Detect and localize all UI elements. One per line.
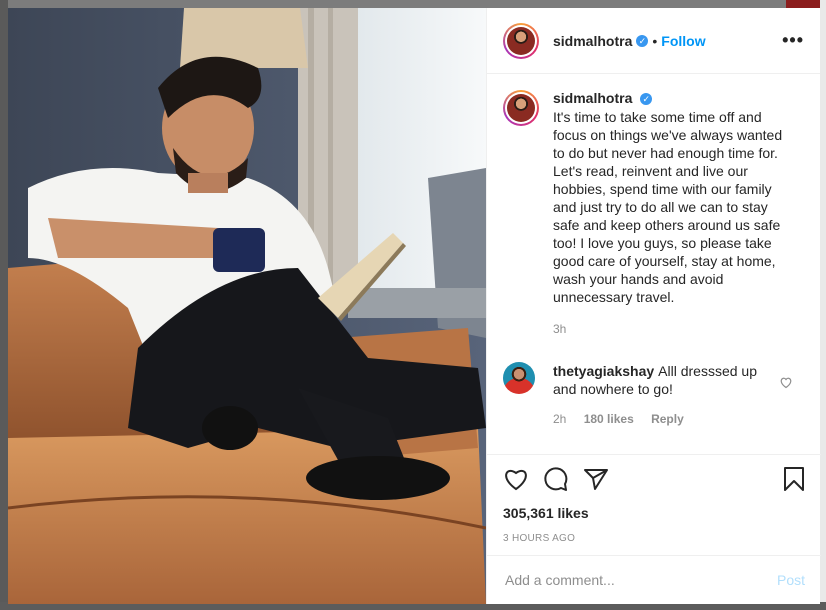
comment-row: thetyagiakshay Alll dresssed up and nowhe… — [503, 362, 804, 428]
post-details-panel: sidmalhotra ✓ • Follow ••• sidmalhotra ✓ — [486, 8, 821, 604]
post-comment-button[interactable]: Post — [777, 572, 805, 588]
author-username[interactable]: sidmalhotra — [553, 33, 632, 49]
comment-likes[interactable]: 180 likes — [584, 412, 634, 426]
caption-body: sidmalhotra ✓ It's time to take some tim… — [553, 90, 793, 336]
backdrop-left — [0, 0, 8, 610]
post-modal: sidmalhotra ✓ • Follow ••• sidmalhotra ✓ — [8, 8, 821, 604]
comment-time-ago[interactable]: 2h — [553, 412, 566, 426]
header-separator: • — [652, 32, 658, 49]
comment-body: thetyagiakshay Alll dresssed up and nowhe… — [553, 362, 763, 428]
comments-section: sidmalhotra ✓ It's time to take some tim… — [487, 74, 820, 428]
comment-username[interactable]: thetyagiakshay — [553, 363, 654, 379]
comment-bubble-icon[interactable] — [543, 466, 569, 497]
caption-row: sidmalhotra ✓ It's time to take some tim… — [503, 90, 804, 336]
verified-badge-icon: ✓ — [636, 34, 649, 47]
comment-meta: 2h 180 likes Reply — [553, 410, 763, 428]
caption-text: It's time to take some time off and focu… — [553, 109, 783, 305]
post-photo-illustration — [8, 8, 486, 604]
likes-count[interactable]: 305,361 likes — [503, 505, 805, 521]
follow-button[interactable]: Follow — [661, 33, 705, 49]
more-options-icon[interactable]: ••• — [782, 30, 804, 51]
post-actions: 305,361 likes 3 HOURS AGO — [487, 454, 821, 554]
post-header: sidmalhotra ✓ • Follow ••• — [487, 8, 820, 74]
verified-badge-icon: ✓ — [640, 93, 653, 106]
comment-input[interactable] — [503, 571, 777, 589]
commenter-avatar[interactable] — [503, 362, 535, 394]
heart-outline-icon[interactable] — [503, 467, 529, 496]
heart-outline-icon[interactable] — [780, 376, 792, 394]
caption-username-text[interactable]: sidmalhotra — [553, 90, 632, 106]
post-photo[interactable] — [8, 8, 486, 604]
caption-username[interactable]: sidmalhotra ✓ — [553, 90, 793, 106]
add-comment-bar: Post — [487, 555, 821, 604]
action-icons — [503, 465, 805, 497]
author-avatar-inner — [505, 24, 537, 57]
caption-time-ago[interactable]: 3h — [553, 322, 793, 336]
share-paper-plane-icon[interactable] — [583, 467, 609, 496]
caption-avatar[interactable] — [503, 90, 539, 126]
author-avatar-image — [507, 26, 535, 55]
comment-reply-button[interactable]: Reply — [651, 412, 684, 426]
caption-avatar-image — [507, 94, 535, 122]
caption-avatar-inner — [505, 92, 537, 124]
posted-time[interactable]: 3 HOURS AGO — [503, 533, 805, 544]
bookmark-icon[interactable] — [783, 466, 805, 497]
author-avatar[interactable] — [503, 22, 539, 59]
backdrop-top — [0, 0, 826, 8]
